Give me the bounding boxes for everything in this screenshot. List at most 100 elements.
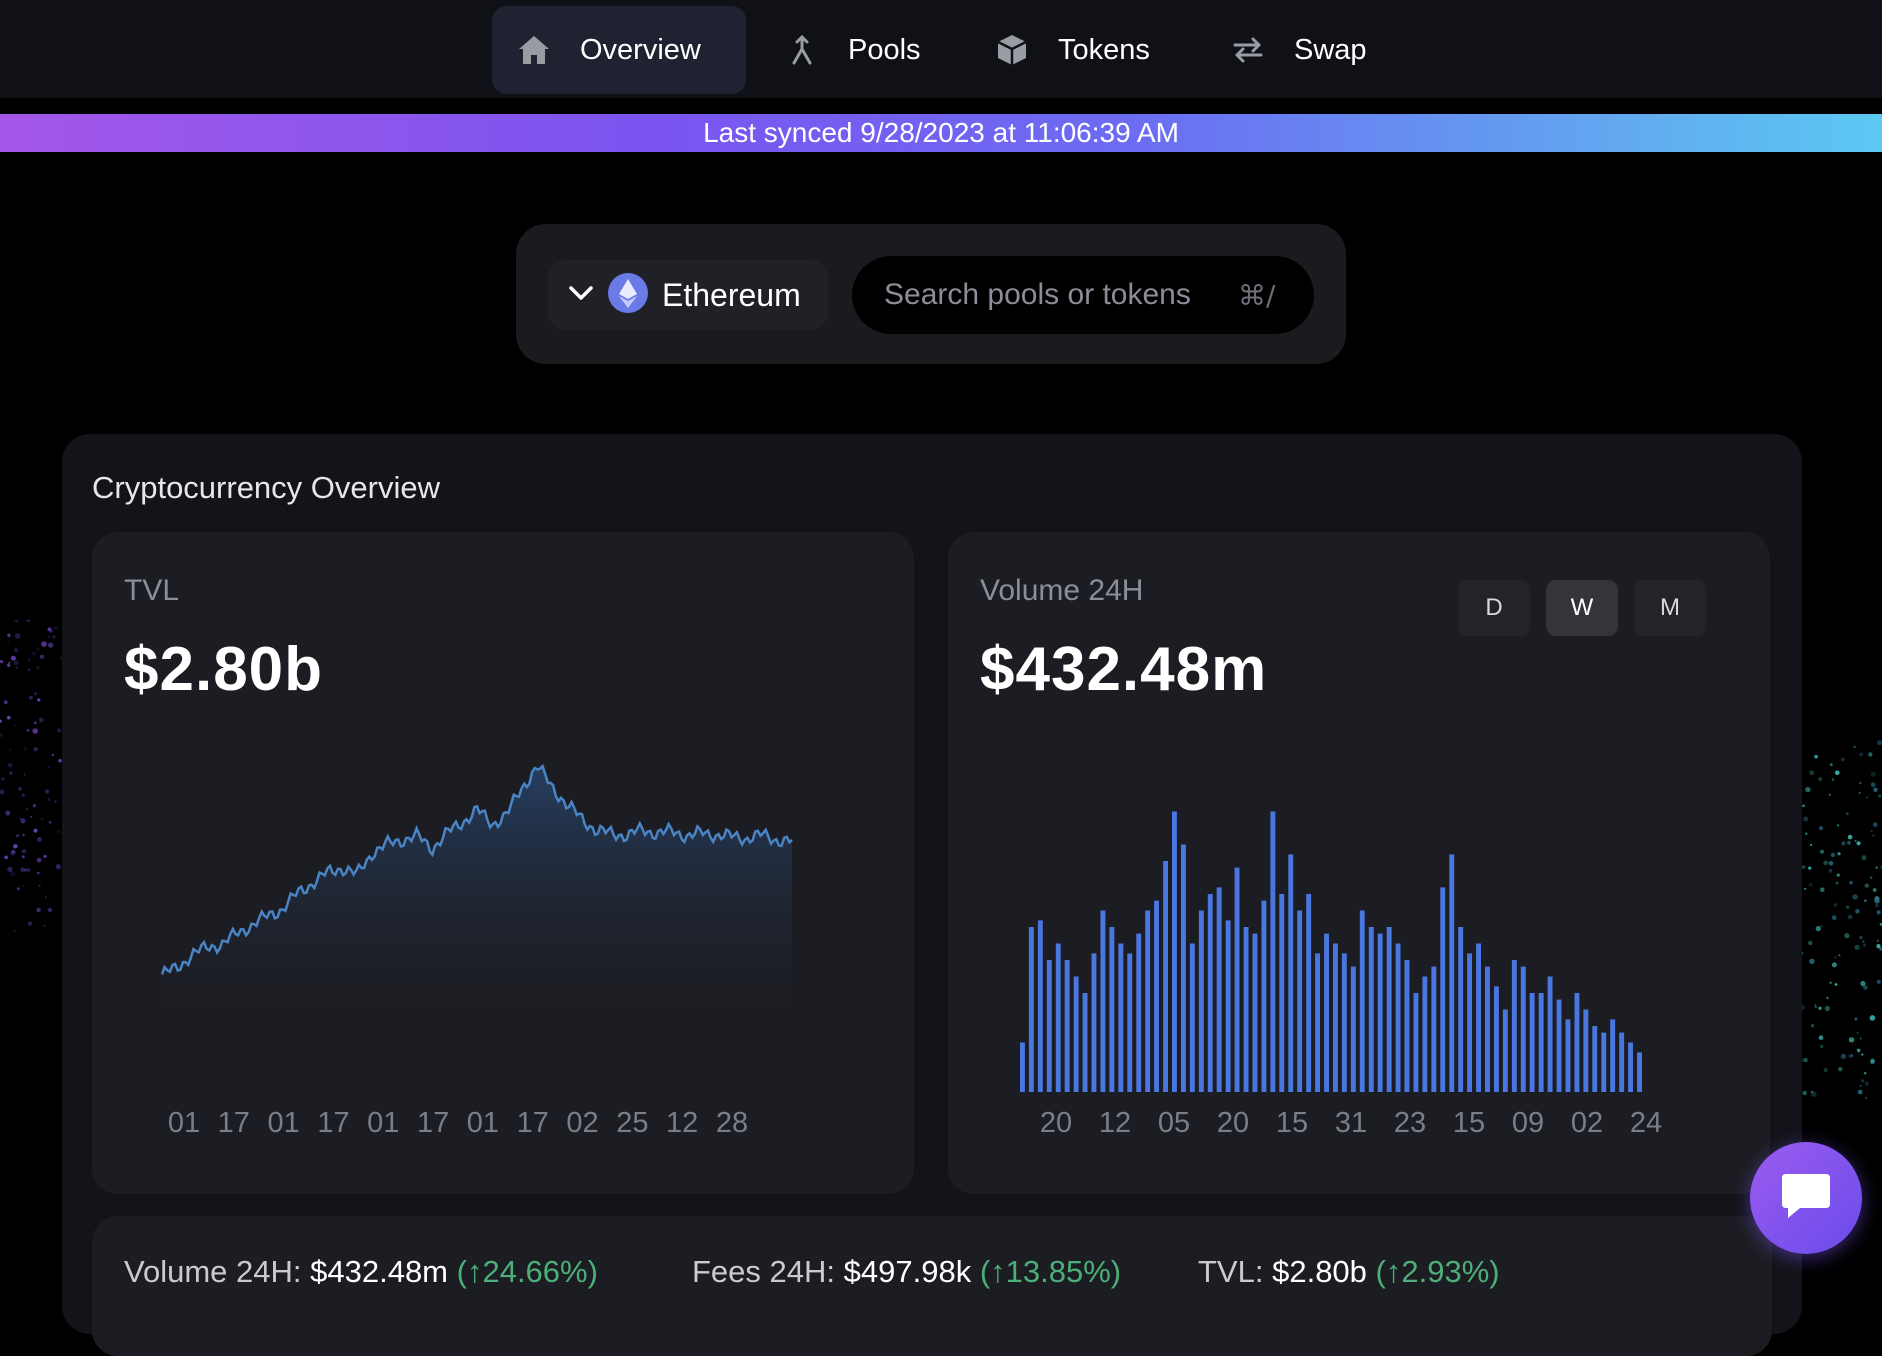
volume-bar <box>1198 910 1204 1092</box>
volume-bar <box>1306 894 1312 1092</box>
timeframe-week-button[interactable]: W <box>1546 580 1618 636</box>
volume-label: Volume 24H <box>980 574 1144 607</box>
nav-overview-label: Overview <box>580 33 701 66</box>
volume-bar <box>1127 953 1133 1092</box>
chat-button[interactable] <box>1750 1142 1862 1254</box>
sync-text: Last synced 9/28/2023 at 11:06:39 AM <box>703 117 1179 148</box>
volume-bar <box>1261 900 1267 1092</box>
stat-fees-change: (↑13.85%) <box>979 1254 1122 1289</box>
volume-bar <box>1458 927 1464 1092</box>
volume-bar <box>1547 976 1553 1092</box>
volume-bar <box>1100 910 1106 1092</box>
tvl-x-tick: 01 <box>168 1107 200 1139</box>
search-input[interactable] <box>884 278 1224 312</box>
nav-swap[interactable]: Swap <box>1206 6 1391 94</box>
volume-bar <box>1619 1032 1625 1092</box>
decorative-particles-right <box>1790 740 1882 1099</box>
nav-swap-label: Swap <box>1294 33 1367 66</box>
nav-overview[interactable]: Overview <box>492 6 746 94</box>
volume-bar <box>1449 854 1455 1092</box>
volume-bar <box>1610 1019 1616 1092</box>
volume-x-tick: 15 <box>1453 1107 1485 1139</box>
volume-bar <box>1073 976 1079 1092</box>
volume-bar <box>1189 943 1195 1092</box>
stat-tvl-value: $2.80b <box>1272 1254 1367 1289</box>
nav-pools[interactable]: Pools <box>760 6 945 94</box>
volume-x-tick: 12 <box>1099 1107 1131 1139</box>
volume-bar <box>1064 960 1070 1092</box>
volume-bar <box>1225 920 1231 1092</box>
overview-card: Cryptocurrency Overview 01 17 01 17 01 17 01 17… <box>62 434 1802 1356</box>
volume-bar <box>1350 966 1356 1092</box>
volume-bar <box>1386 927 1392 1092</box>
stat-volume: Volume 24H: $432.48m (↑24.66%) <box>124 1254 598 1290</box>
volume-bar <box>1368 927 1374 1092</box>
volume-bar <box>1637 1052 1642 1092</box>
stats-bar: Volume 24H: $432.48m (↑24.66%) Fees 24H:… <box>92 1216 1772 1356</box>
tvl-value: $2.80b <box>124 635 324 704</box>
volume-bar <box>1324 933 1329 1092</box>
stat-volume-value: $432.48m <box>310 1254 449 1289</box>
volume-bar <box>1163 861 1168 1092</box>
tvl-x-tick: 12 <box>666 1107 698 1139</box>
nav-pools-label: Pools <box>848 33 921 66</box>
volume-x-tick: 15 <box>1276 1107 1308 1139</box>
tvl-x-tick: 17 <box>417 1107 449 1139</box>
chat-icon <box>1778 1170 1834 1227</box>
chain-selector[interactable]: Ethereum <box>548 260 828 330</box>
volume-bar <box>1511 960 1517 1092</box>
volume-x-tick: 09 <box>1512 1107 1544 1139</box>
volume-x-tick: 20 <box>1040 1107 1072 1139</box>
stat-fees-label: Fees 24H: <box>692 1254 836 1289</box>
volume-bar <box>1028 927 1034 1092</box>
volume-bar <box>1341 953 1347 1092</box>
volume-x-tick: 31 <box>1335 1107 1367 1139</box>
volume-bar <box>1592 1026 1598 1092</box>
nav-tokens[interactable]: Tokens <box>970 6 1174 94</box>
volume-bar <box>1601 1032 1607 1092</box>
volume-bar <box>1216 887 1222 1092</box>
stat-fees: Fees 24H: $497.98k (↑13.85%) <box>692 1254 1121 1290</box>
tvl-x-tick: 17 <box>517 1107 549 1139</box>
stat-tvl-label: TVL: <box>1198 1254 1264 1289</box>
timeframe-day-button[interactable]: D <box>1458 580 1530 636</box>
search-box: ⌘/ <box>852 256 1314 334</box>
volume-x-tick: 02 <box>1571 1107 1603 1139</box>
search-panel: Ethereum ⌘/ <box>516 224 1346 364</box>
home-icon <box>516 32 552 68</box>
volume-chart-card: 20 12 05 20 15 31 23 15 09 02 24 Volume 24H $432.4… <box>948 532 1770 1194</box>
tvl-chart-card: 01 17 01 17 01 17 01 17 02 25 12 28 TVL $2.80b <box>92 532 914 1194</box>
stat-fees-value: $497.98k <box>843 1254 972 1289</box>
volume-x-tick: 20 <box>1217 1107 1249 1139</box>
tvl-x-tick: 28 <box>716 1107 748 1139</box>
volume-bar <box>1431 966 1437 1092</box>
tvl-label: TVL <box>124 574 180 607</box>
volume-bar <box>1377 933 1383 1092</box>
volume-bar <box>1270 811 1276 1092</box>
volume-bar <box>1574 993 1580 1092</box>
timeframe-month-button[interactable]: M <box>1634 580 1706 636</box>
tvl-x-tick: 01 <box>268 1107 300 1139</box>
volume-bar <box>1091 953 1097 1092</box>
merge-icon <box>784 32 820 68</box>
volume-bar <box>1502 1009 1508 1092</box>
volume-bar <box>1628 1042 1633 1092</box>
tvl-x-tick: 17 <box>218 1107 250 1139</box>
volume-bar <box>1234 867 1240 1092</box>
sync-banner: Last synced 9/28/2023 at 11:06:39 AM <box>0 114 1882 152</box>
volume-bar <box>1252 933 1258 1092</box>
volume-bar <box>1333 943 1338 1092</box>
volume-bar <box>1359 910 1365 1092</box>
volume-bar <box>1020 1042 1025 1092</box>
nav-tokens-label: Tokens <box>1058 33 1150 66</box>
volume-bar <box>1556 999 1562 1092</box>
search-shortcut-hint: ⌘/ <box>1238 278 1276 312</box>
volume-bar <box>1583 1009 1589 1092</box>
volume-x-tick: 05 <box>1158 1107 1190 1139</box>
volume-bar <box>1440 887 1446 1092</box>
volume-bar <box>1046 960 1052 1092</box>
chevron-down-icon <box>568 284 594 307</box>
volume-bar <box>1181 844 1186 1092</box>
tvl-x-tick: 25 <box>616 1107 648 1139</box>
volume-bar <box>1494 986 1499 1092</box>
